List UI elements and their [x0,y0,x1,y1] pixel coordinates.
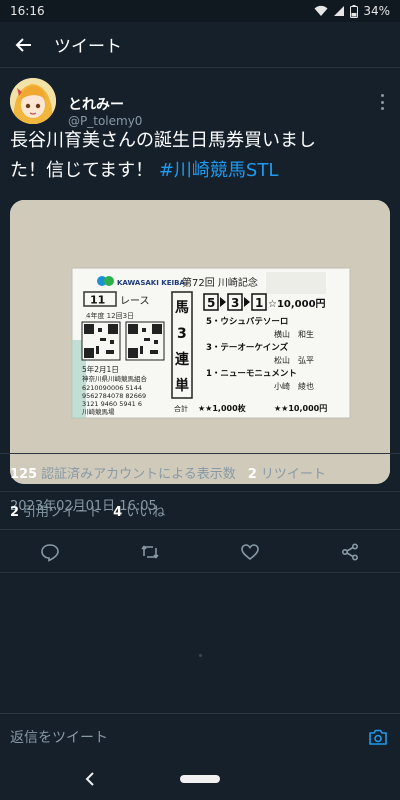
home-pill[interactable] [180,775,220,783]
app-bar: ツイート [0,22,400,68]
ticket-type-4: 単 [175,377,189,394]
ticket-issue-date: 5年2月1日 [82,364,119,374]
ticket-jockey-3: 小崎 綾也 [274,381,314,391]
retweet-icon [141,545,159,559]
stats-row-views: 125 認証済みアカウントによる表示数 2 リツイート [0,453,400,491]
ticket-issuer: 神奈川県川崎競馬組合 [82,374,148,383]
ticket-race-no: 11 [90,294,105,307]
tweet-photo[interactable]: KAWASAKI KEIBA 第72回 川崎記念 11 レース 4年度 12回3… [10,200,390,484]
camera-button[interactable] [366,725,390,749]
heart-icon [241,544,259,561]
tweet-author: とれみー @P_tolemy0 [10,78,390,128]
more-vertical-icon[interactable] [374,92,390,112]
system-nav-bar [0,759,400,800]
ticket-race-label: レース [120,296,150,307]
ticket-type-2: 3 [177,326,187,342]
reply-input[interactable]: 返信をツイート [10,727,366,747]
loading-indicator [199,654,202,657]
battery-percent: 34% [363,4,390,18]
quotes-stat[interactable]: 2 引用ツイート [10,501,101,520]
like-button[interactable] [239,541,261,563]
tweet-text-line2: た！信じてます！ [10,160,154,181]
ticket-type-1: 馬 [175,300,189,316]
ticket-amount: ☆10,000円 [268,298,326,310]
system-back-button[interactable] [80,769,100,789]
page-title: ツイート [54,37,122,57]
ticket-pick-1: 5 [207,296,215,310]
ticket-type-3: 連 [175,351,190,368]
battery-icon [350,4,359,18]
ticket-pick-2: 3 [231,296,239,310]
ticket-total-label: 合計 [174,404,188,413]
signal-icon [334,6,345,16]
reply-button[interactable] [39,541,61,563]
share-button[interactable] [339,541,361,563]
back-button[interactable] [0,22,48,68]
ticket-horse-1: 5・ウシュバテソーロ [206,316,288,327]
hashtag-link[interactable]: #川崎競馬STL [159,160,279,181]
likes-stat[interactable]: 4 いいね [113,501,165,520]
retweet-button[interactable] [139,541,161,563]
ticket-date-info: 4年度 12回3日 [86,311,134,320]
chevron-left-icon [85,772,94,786]
camera-icon [369,729,387,745]
ticket-horse-3: 1・ニューモニュメント [206,369,297,379]
stats-row-engagement: 2 引用ツイート 4 いいね [0,491,400,529]
tweet-text: 長谷川育美さんの誕生日馬券買いまし た！信じてます！ #川崎競馬STL [10,126,390,186]
retweets-stat[interactable]: 2 リツイート [248,463,326,482]
ticket-total-amount: ★★10,000円 [274,404,327,413]
avatar[interactable] [10,78,56,124]
ticket-jockey-1: 横山 和生 [274,329,314,339]
ticket-jockey-2: 松山 弘平 [274,355,314,365]
status-icons: 34% [314,4,390,18]
ticket-race-title: 第72回 川崎記念 [182,276,258,289]
tweet-text-line1: 長谷川育美さんの誕生日馬券買いまし [10,130,316,151]
ticket-serial1: 6210090006 5144 [82,384,142,392]
ticket-logo: KAWASAKI KEIBA [117,279,185,287]
author-name[interactable]: とれみー [68,94,124,114]
wifi-icon [314,5,328,16]
ticket-horse-2: 3・テーオーケインズ [206,342,289,353]
reply-composer[interactable]: 返信をツイート [0,713,400,759]
ticket-serial3: 3121 9460 5941 6 [82,400,142,408]
reply-icon [41,544,59,562]
ticket-total-count: ★★1,000枚 [198,403,246,413]
ticket-serial2: 9562784078 82669 [82,392,146,400]
status-bar: 16:16 34% [0,0,400,22]
views-stat[interactable]: 125 認証済みアカウントによる表示数 [10,463,236,482]
ticket-venue: 川崎競馬場 [82,407,115,416]
status-time: 16:16 [10,4,45,18]
tweet-actions [0,529,400,573]
arrow-left-icon [15,37,31,52]
ticket-pick-3: 1 [255,296,263,310]
share-icon [341,543,359,561]
